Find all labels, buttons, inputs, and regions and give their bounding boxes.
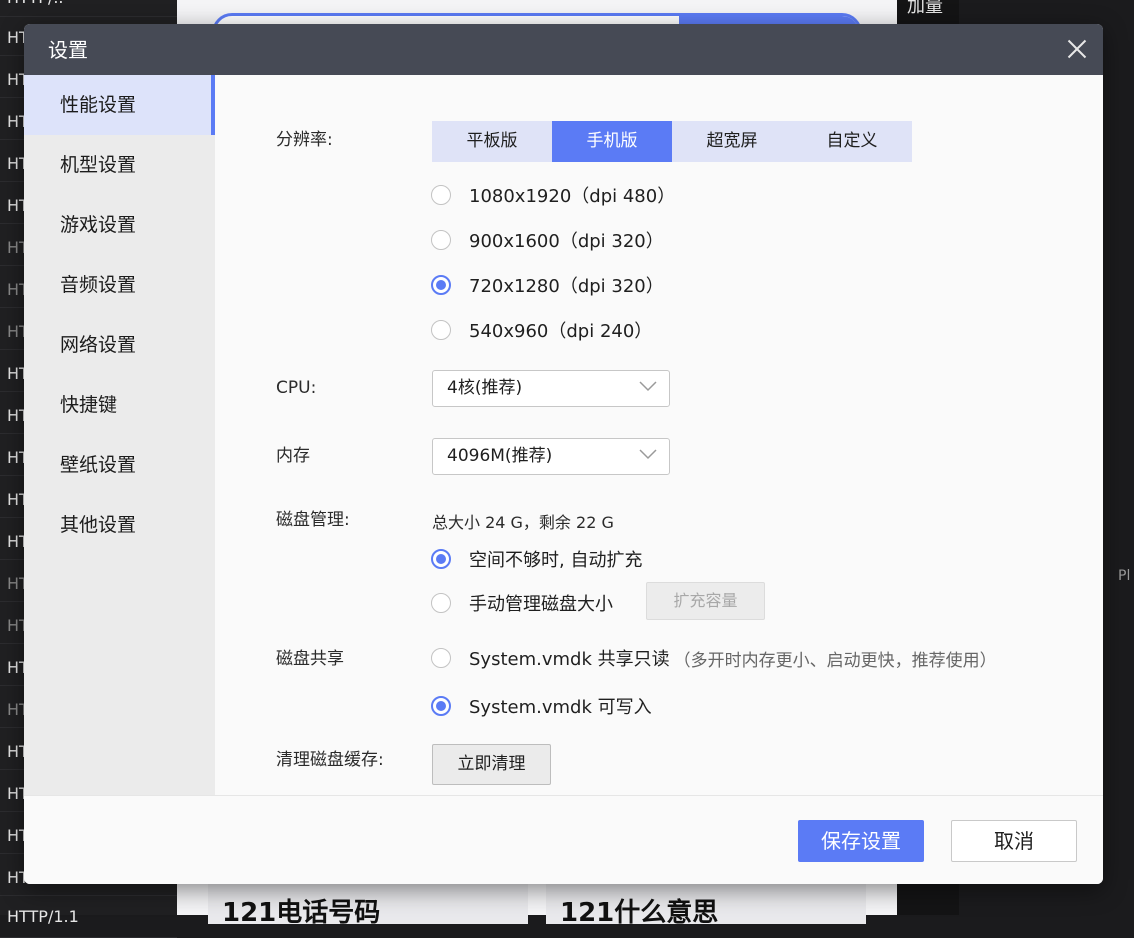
expand-capacity-button: 扩充容量 bbox=[646, 582, 765, 620]
background-list-label: HTTP/.. bbox=[7, 0, 64, 8]
memory-select[interactable]: 4096M(推荐) bbox=[432, 438, 670, 475]
close-icon[interactable] bbox=[1063, 35, 1091, 63]
settings-content: 分辨率: 平板版 手机版 超宽屏 自定义 1080x1920（dpi 480） … bbox=[215, 75, 1103, 795]
memory-label: 内存 bbox=[276, 446, 310, 466]
save-settings-button[interactable]: 保存设置 bbox=[798, 820, 924, 862]
resolution-option-1080x1920[interactable]: 1080x1920（dpi 480） bbox=[431, 182, 675, 208]
cpu-select[interactable]: 4核(推荐) bbox=[432, 370, 670, 407]
radio-label: 540x960（dpi 240） bbox=[469, 321, 653, 342]
sidebar-item-other[interactable]: 其他设置 bbox=[24, 495, 215, 555]
radio-label: 900x1600（dpi 320） bbox=[469, 231, 664, 252]
dialog-footer: 保存设置 取消 bbox=[24, 795, 1103, 884]
disk-share-label: 磁盘共享 bbox=[276, 649, 344, 669]
resolution-option-540x960[interactable]: 540x960（dpi 240） bbox=[431, 317, 652, 343]
sidebar-item-game[interactable]: 游戏设置 bbox=[24, 195, 215, 255]
clean-cache-label: 清理磁盘缓存: bbox=[276, 750, 384, 770]
radio-button[interactable] bbox=[431, 230, 451, 250]
radio-button[interactable] bbox=[431, 320, 451, 340]
memory-select-value: 4096M(推荐) bbox=[447, 446, 553, 466]
clean-now-button[interactable]: 立即清理 bbox=[432, 744, 551, 785]
sidebar-item-device-model[interactable]: 机型设置 bbox=[24, 135, 215, 195]
resolution-option-900x1600[interactable]: 900x1600（dpi 320） bbox=[431, 227, 664, 253]
radio-button-checked[interactable] bbox=[431, 275, 451, 295]
radio-button-checked[interactable] bbox=[431, 696, 451, 716]
tab-phone[interactable]: 手机版 bbox=[552, 121, 672, 162]
disk-management-label: 磁盘管理: bbox=[276, 510, 350, 530]
radio-button[interactable] bbox=[431, 648, 451, 668]
chevron-down-icon bbox=[639, 381, 657, 392]
disk-size-info: 总大小 24 G，剩余 22 G bbox=[432, 513, 614, 532]
background-list-row: HTTP/1.1 bbox=[0, 901, 177, 938]
radio-button-checked[interactable] bbox=[431, 549, 451, 569]
background-right-label: 加量 bbox=[907, 0, 943, 17]
settings-sidebar: 性能设置 机型设置 游戏设置 音频设置 网络设置 快捷键 壁纸设置 其他设置 bbox=[24, 75, 215, 795]
tab-ultrawide[interactable]: 超宽屏 bbox=[672, 121, 792, 162]
dialog-titlebar: 设置 bbox=[24, 24, 1103, 75]
resolution-option-720x1280[interactable]: 720x1280（dpi 320） bbox=[431, 272, 664, 298]
cpu-label: CPU: bbox=[276, 378, 317, 398]
background-card-title: 121什么意思 bbox=[560, 898, 719, 928]
disk-option-manual[interactable]: 手动管理磁盘大小 bbox=[431, 590, 613, 616]
radio-label: 1080x1920（dpi 480） bbox=[469, 186, 676, 207]
background-list-label: HTTP/1.1 bbox=[7, 907, 79, 926]
radio-button[interactable] bbox=[431, 185, 451, 205]
radio-note: （多开时内存更小、启动更快，推荐使用） bbox=[673, 650, 997, 671]
tab-tablet[interactable]: 平板版 bbox=[432, 121, 552, 162]
sidebar-item-audio[interactable]: 音频设置 bbox=[24, 255, 215, 315]
radio-label: 空间不够时, 自动扩充 bbox=[469, 550, 643, 571]
background-list-row: HTTP/.. bbox=[0, 0, 177, 17]
cancel-button[interactable]: 取消 bbox=[951, 820, 1077, 862]
disk-share-option-readonly[interactable]: System.vmdk 共享只读 （多开时内存更小、启动更快，推荐使用） bbox=[431, 645, 997, 671]
radio-label: System.vmdk 可写入 bbox=[469, 697, 652, 718]
disk-share-option-writable[interactable]: System.vmdk 可写入 bbox=[431, 693, 652, 719]
resolution-tabs: 平板版 手机版 超宽屏 自定义 bbox=[432, 121, 912, 162]
radio-button[interactable] bbox=[431, 593, 451, 613]
radio-label: 手动管理磁盘大小 bbox=[469, 594, 613, 615]
tab-custom[interactable]: 自定义 bbox=[792, 121, 912, 162]
background-right-side-label: Pl bbox=[1118, 568, 1131, 584]
sidebar-item-performance[interactable]: 性能设置 bbox=[24, 75, 215, 135]
dialog-title: 设置 bbox=[48, 38, 88, 62]
settings-dialog: 设置 性能设置 机型设置 游戏设置 音频设置 网络设置 快捷键 壁纸设置 其他设… bbox=[24, 24, 1103, 884]
cpu-select-value: 4核(推荐) bbox=[447, 378, 523, 398]
radio-label: 720x1280（dpi 320） bbox=[469, 276, 664, 297]
resolution-label: 分辨率: bbox=[276, 130, 333, 150]
sidebar-item-shortcuts[interactable]: 快捷键 bbox=[24, 375, 215, 435]
background-card-title: 121电话号码 bbox=[222, 898, 381, 928]
sidebar-item-wallpaper[interactable]: 壁纸设置 bbox=[24, 435, 215, 495]
chevron-down-icon bbox=[639, 449, 657, 460]
radio-label: System.vmdk 共享只读 bbox=[469, 649, 670, 670]
disk-option-auto-expand[interactable]: 空间不够时, 自动扩充 bbox=[431, 546, 642, 572]
sidebar-item-network[interactable]: 网络设置 bbox=[24, 315, 215, 375]
